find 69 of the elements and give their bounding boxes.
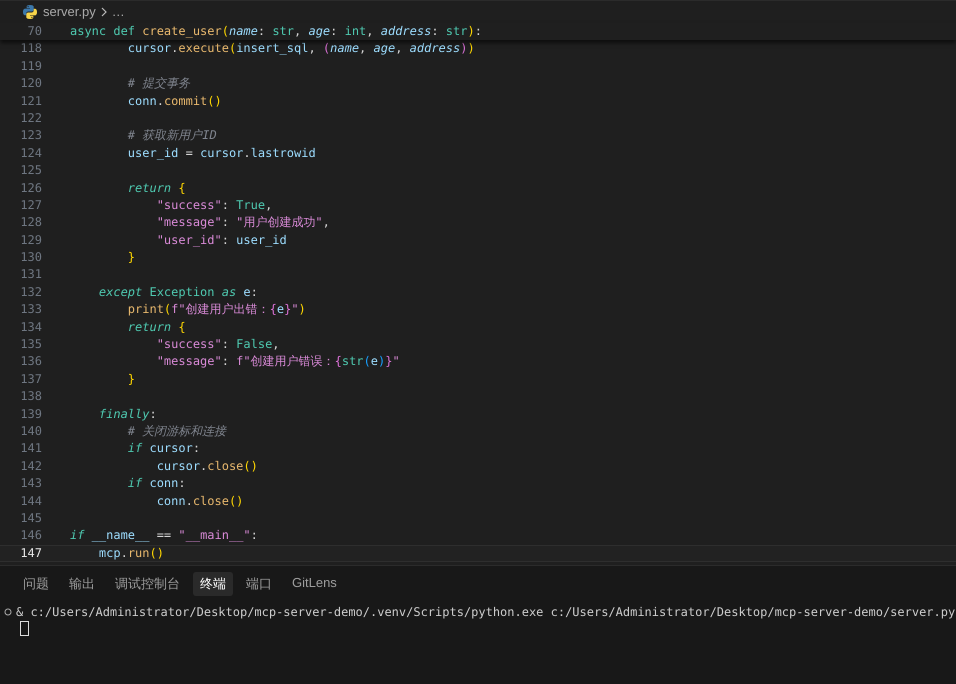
code-line: async def create_user(name: str, age: int, address: str): xyxy=(70,23,482,40)
line-number: 144 xyxy=(19,492,42,510)
code-line: return { xyxy=(126,180,186,197)
code-line: # 提交事务 xyxy=(126,75,190,92)
code-line: finally: xyxy=(98,406,157,423)
code-line: } xyxy=(126,370,136,388)
code-line: "success": False, xyxy=(156,336,280,354)
chevron-right-icon xyxy=(100,7,107,17)
code-line: if cursor: xyxy=(126,440,200,458)
code-line: "message": f"创建用户错误：{str(e)}" xyxy=(156,353,400,370)
terminal-command: & c:/Users/Administrator/Desktop/mcp-server-demo/.venv/Scripts/python.exe c:/Users/Administrator/Desktop/mcp-server-demo/server.py xyxy=(16,605,956,619)
code-line: conn.close() xyxy=(156,492,244,510)
code-line: "message": "用户创建成功", xyxy=(156,214,330,232)
line-number: 121 xyxy=(19,92,42,110)
breadcrumb-file[interactable]: server.py xyxy=(43,3,96,21)
line-number: 138 xyxy=(19,388,42,406)
code-line: cursor.close() xyxy=(156,458,258,475)
line-number: 70 xyxy=(26,23,42,40)
line-number: 119 xyxy=(19,58,42,75)
line-number: 139 xyxy=(19,406,42,423)
line-number: 130 xyxy=(19,249,42,266)
code-line: # 关闭游标和连接 xyxy=(126,422,226,440)
code-line: except Exception as e: xyxy=(98,284,258,301)
code-line: mcp.run() xyxy=(98,544,164,562)
line-number: 142 xyxy=(19,458,42,475)
line-number: 140 xyxy=(19,422,42,440)
line-number: 136 xyxy=(19,353,42,370)
line-number: 135 xyxy=(19,336,42,354)
code-line: if __name__ == "__main__": xyxy=(70,527,258,544)
line-number: 147 xyxy=(19,544,42,562)
code-line: cursor.execute(insert_sql, (name, age, address)) xyxy=(126,40,475,58)
line-number: 127 xyxy=(19,196,42,214)
line-number: 132 xyxy=(19,284,42,301)
panel-tab[interactable]: 问题 xyxy=(16,572,56,596)
circle-icon xyxy=(4,608,12,616)
line-number: 141 xyxy=(19,440,42,458)
line-number: 118 xyxy=(19,40,42,58)
code-line: if conn: xyxy=(126,475,186,492)
line-number: 129 xyxy=(19,232,42,249)
code-line: # 获取新用户ID xyxy=(126,127,217,144)
line-number: 120 xyxy=(19,75,42,92)
code-line: "success": True, xyxy=(156,196,272,214)
code-line: user_id = cursor.lastrowid xyxy=(126,144,316,162)
terminal-cursor xyxy=(20,620,29,636)
line-number: 124 xyxy=(19,144,42,162)
panel-tab[interactable]: 端口 xyxy=(239,572,279,596)
code-line: } xyxy=(126,249,136,266)
code-line: print(f"创建用户出错：{e}") xyxy=(126,301,306,318)
python-icon xyxy=(22,4,38,20)
breadcrumb-more[interactable]: … xyxy=(112,3,125,21)
panel-tab[interactable]: 输出 xyxy=(62,572,102,596)
line-number: 126 xyxy=(19,180,42,197)
line-number: 146 xyxy=(19,527,42,544)
panel-tab[interactable]: GitLens xyxy=(285,572,344,596)
line-number: 133 xyxy=(19,301,42,318)
line-number: 145 xyxy=(19,510,42,527)
line-number: 128 xyxy=(19,214,42,232)
line-number: 122 xyxy=(19,110,42,127)
line-number: 143 xyxy=(19,475,42,492)
code-line: conn.commit() xyxy=(126,92,222,110)
line-number: 137 xyxy=(19,370,42,388)
code-line: return { xyxy=(126,318,186,336)
line-number: 131 xyxy=(19,266,42,284)
panel-tab[interactable]: 终端 xyxy=(193,572,233,596)
line-number: 123 xyxy=(19,127,42,144)
line-number: 125 xyxy=(19,162,42,180)
line-number: 134 xyxy=(19,318,42,336)
panel-tab[interactable]: 调试控制台 xyxy=(108,572,187,596)
code-line: "user_id": user_id xyxy=(156,232,287,249)
